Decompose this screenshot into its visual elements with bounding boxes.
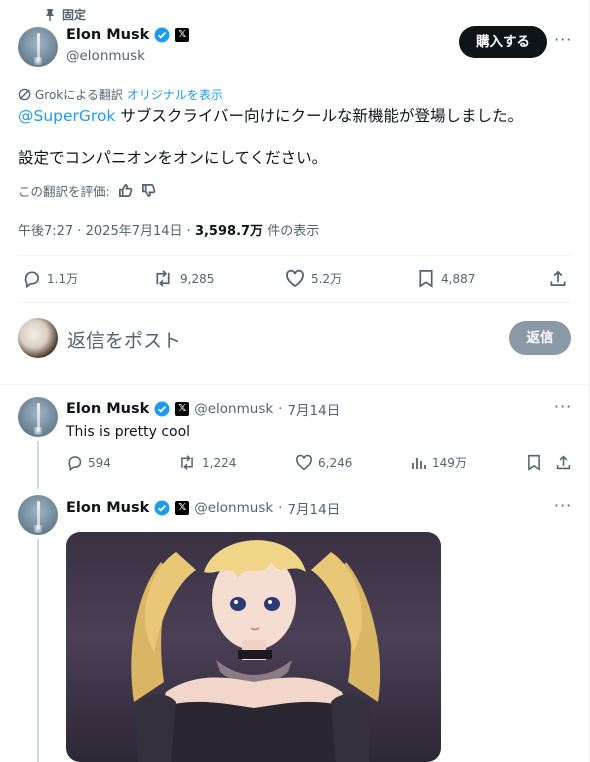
views-action[interactable]: 149万 bbox=[411, 454, 467, 471]
avatar[interactable] bbox=[18, 27, 58, 67]
view-count: 149万 bbox=[432, 456, 467, 470]
author-line: Elon Musk 𝕏 @elonmusk · 7月14日 bbox=[66, 498, 341, 518]
view-count: 3,598.7万 bbox=[194, 224, 264, 239]
reply-count: 594 bbox=[88, 455, 111, 470]
author-name[interactable]: Elon Musk bbox=[66, 27, 149, 43]
rate-translation-label: この翻訳を評価: bbox=[18, 184, 110, 199]
like-count: 6,246 bbox=[318, 455, 353, 470]
thumbs-down-icon[interactable] bbox=[141, 183, 156, 198]
reply-button[interactable]: 返信 bbox=[509, 321, 571, 355]
author-line: Elon Musk 𝕏 @elonmusk · 7月14日 bbox=[66, 399, 341, 419]
translation-label: Grokによる翻訳 bbox=[35, 88, 123, 102]
repost-action[interactable]: 9,285 bbox=[152, 269, 214, 288]
analytics-icon bbox=[412, 457, 426, 469]
author-name[interactable]: Elon Musk bbox=[66, 500, 149, 516]
like-action[interactable]: 6,246 bbox=[295, 454, 352, 471]
author-handle[interactable]: @elonmusk bbox=[194, 500, 273, 516]
more-options-icon[interactable]: ··· bbox=[554, 397, 572, 416]
bookmark-count: 4,887 bbox=[441, 271, 476, 286]
author-name[interactable]: Elon Musk bbox=[66, 401, 149, 417]
grok-icon bbox=[18, 88, 31, 101]
share-action[interactable] bbox=[548, 269, 568, 292]
pin-icon bbox=[46, 8, 54, 21]
thread-line bbox=[37, 441, 39, 489]
media-image[interactable] bbox=[66, 532, 441, 762]
tweet-date[interactable]: 7月14日 bbox=[287, 498, 340, 518]
verified-badge-icon bbox=[154, 27, 170, 43]
tweet-date[interactable]: 2025年7月14日 bbox=[86, 224, 183, 239]
current-user-avatar[interactable] bbox=[18, 318, 58, 358]
heart-icon bbox=[286, 269, 304, 288]
like-count: 5.2万 bbox=[311, 272, 343, 286]
heart-icon bbox=[296, 454, 312, 471]
share-action[interactable] bbox=[555, 454, 572, 475]
divider bbox=[18, 255, 571, 256]
tweet-text: @SuperGrok サブスクライバー向けにクールな新機能が登場しました。 bbox=[18, 105, 578, 127]
subscribe-button[interactable]: 購入する bbox=[459, 26, 547, 58]
reply-text: This is pretty cool bbox=[66, 424, 191, 440]
reply-action[interactable]: 1.1万 bbox=[22, 269, 78, 288]
translation-note: Grokによる翻訳 オリジナルを表示 bbox=[18, 86, 223, 103]
reply-icon bbox=[24, 271, 39, 288]
pinned-indicator: 固定 bbox=[44, 6, 86, 23]
tweet-time[interactable]: 午後7:27 bbox=[18, 224, 73, 239]
reply-action[interactable]: 594 bbox=[66, 454, 111, 471]
tweet-date[interactable]: 7月14日 bbox=[287, 399, 340, 419]
author-handle[interactable]: @elonmusk bbox=[194, 401, 273, 417]
x-affiliate-icon: 𝕏 bbox=[175, 402, 190, 416]
more-options-icon[interactable]: ··· bbox=[554, 496, 572, 515]
x-affiliate-icon: 𝕏 bbox=[175, 28, 190, 42]
repost-icon bbox=[156, 270, 170, 287]
author-line: Elon Musk 𝕏 bbox=[66, 27, 190, 43]
reply-count: 1.1万 bbox=[47, 272, 79, 286]
tweet-page: 固定 Elon Musk 𝕏 @elonmusk 購入する ··· Grokによ… bbox=[0, 0, 590, 762]
bookmark-action[interactable] bbox=[526, 454, 542, 475]
share-icon bbox=[550, 270, 566, 287]
reply-icon bbox=[68, 456, 82, 471]
anime-character-illustration bbox=[131, 540, 381, 762]
pinned-label: 固定 bbox=[62, 8, 87, 22]
thumbs-up-icon[interactable] bbox=[118, 183, 133, 198]
share-icon bbox=[556, 455, 571, 470]
repost-action[interactable]: 1,224 bbox=[177, 454, 236, 471]
divider bbox=[18, 302, 571, 303]
verified-badge-icon bbox=[154, 500, 170, 516]
bookmark-icon bbox=[528, 454, 540, 471]
like-action[interactable]: 5.2万 bbox=[285, 269, 342, 288]
reply-input[interactable]: 返信をポスト bbox=[67, 326, 181, 353]
x-affiliate-icon: 𝕏 bbox=[175, 501, 190, 515]
repost-count: 1,224 bbox=[202, 455, 237, 470]
author-handle[interactable]: @elonmusk bbox=[66, 48, 145, 64]
tweet-text-line2: 設定でコンパニオンをオンにしてください。 bbox=[18, 149, 328, 167]
bookmark-icon bbox=[419, 270, 433, 288]
mention-link[interactable]: @SuperGrok bbox=[18, 107, 115, 125]
more-options-icon[interactable]: ··· bbox=[554, 30, 572, 49]
bookmark-action[interactable]: 4,887 bbox=[417, 269, 475, 288]
divider bbox=[0, 384, 589, 385]
repost-count: 9,285 bbox=[180, 271, 215, 286]
tweet-text-line1: サブスクライバー向けにクールな新機能が登場しました。 bbox=[115, 107, 524, 125]
verified-badge-icon bbox=[154, 401, 170, 417]
timestamp-line: 午後7:27 · 2025年7月14日 · 3,598.7万 件の表示 bbox=[18, 224, 320, 239]
avatar[interactable] bbox=[18, 495, 58, 535]
view-count-suffix: 件の表示 bbox=[267, 224, 320, 239]
action-bar: 1.1万 9,285 5.2万 4,887 bbox=[22, 269, 572, 291]
thread-line bbox=[37, 539, 39, 762]
action-bar: 594 1,224 6,246 149万 bbox=[66, 454, 576, 474]
show-original-link[interactable]: オリジナルを表示 bbox=[127, 86, 223, 103]
avatar[interactable] bbox=[18, 397, 58, 437]
repost-icon bbox=[181, 455, 193, 470]
rate-translation: この翻訳を評価: bbox=[18, 181, 156, 200]
